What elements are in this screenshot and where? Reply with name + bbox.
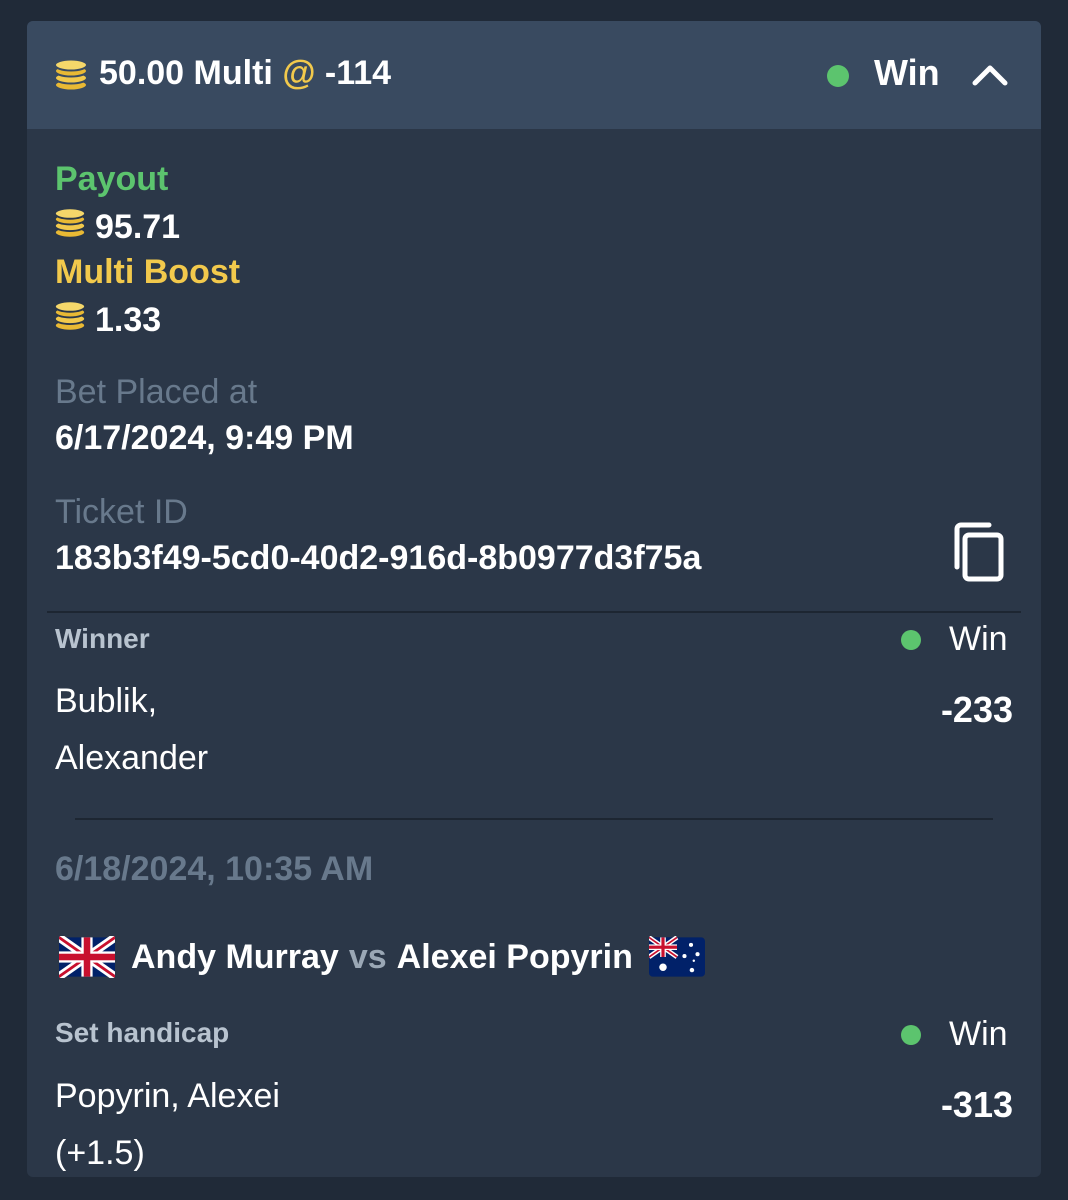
selection-2-pick-line1: Popyrin, Alexei	[55, 1077, 280, 1115]
selection-1-odds: -233	[940, 689, 1013, 730]
selection-2-market: Set handicap	[55, 1017, 230, 1048]
selection-1-status-dot	[901, 630, 921, 650]
coin-stack-icon	[53, 206, 87, 249]
payout-label: Payout	[55, 160, 169, 198]
status-dot	[827, 65, 849, 87]
multi-boost-label: Multi Boost	[55, 253, 241, 291]
selection-2-odds: -313	[940, 1084, 1013, 1125]
stake-amount: 50.00	[99, 54, 185, 92]
selection-2-pick: Popyrin, Alexei (+1.5)	[55, 1068, 455, 1177]
selection-1-pick: Bublik, Alexander	[55, 673, 455, 787]
selection-1-pick-line1: Bublik,	[55, 682, 158, 720]
ticket-id-label: Ticket ID	[55, 493, 188, 531]
section-divider	[47, 611, 1021, 613]
selection-2-status: Win	[949, 1015, 1008, 1053]
bet-type: Multi	[193, 54, 273, 92]
bet-placed-value: 6/17/2024, 9:49 PM	[55, 419, 354, 457]
bet-placed-label: Bet Placed at	[55, 373, 258, 411]
chevron-up-icon[interactable]	[971, 59, 1009, 94]
at-symbol: @	[282, 54, 316, 92]
selection-1-status: Win	[949, 620, 1008, 658]
selection-divider	[75, 818, 993, 820]
coin-stack-icon	[53, 57, 89, 98]
ticket-id-value: 183b3f49-5cd0-40d2-916d-8b0977d3f75a	[55, 539, 702, 577]
copy-icon[interactable]	[949, 521, 1009, 585]
bet-title: 50.00 Multi @ -114	[99, 53, 391, 93]
uk-flag-icon	[56, 933, 118, 981]
player-2: Alexei Popyrin	[396, 937, 633, 976]
payout-row: 95.71	[53, 205, 180, 249]
bet-card-header[interactable]: 50.00 Multi @ -114 Win	[27, 21, 1041, 129]
bet-odds: -114	[324, 54, 392, 92]
payout-value: 95.71	[95, 208, 181, 247]
selection-2-pick-line2: (+1.5)	[55, 1134, 145, 1172]
multi-boost-value: 1.33	[95, 301, 162, 340]
bet-card: 50.00 Multi @ -114 Win Payout 95.71 Mult…	[27, 21, 1041, 1177]
vs-separator: vs	[348, 937, 387, 976]
australia-flag-icon	[647, 935, 705, 978]
selection-1-market: Winner	[55, 623, 150, 654]
match-title: Andy Murray vs Alexei Popyrin	[56, 933, 705, 981]
event-date: 6/18/2024, 10:35 AM	[55, 850, 374, 888]
selection-1-pick-line2: Alexander	[55, 739, 209, 777]
coin-stack-icon	[53, 299, 87, 342]
selection-2-status-dot	[901, 1025, 921, 1045]
player-1: Andy Murray	[131, 937, 339, 976]
multi-boost-row: 1.33	[53, 298, 161, 342]
bet-status: Win	[874, 52, 940, 93]
